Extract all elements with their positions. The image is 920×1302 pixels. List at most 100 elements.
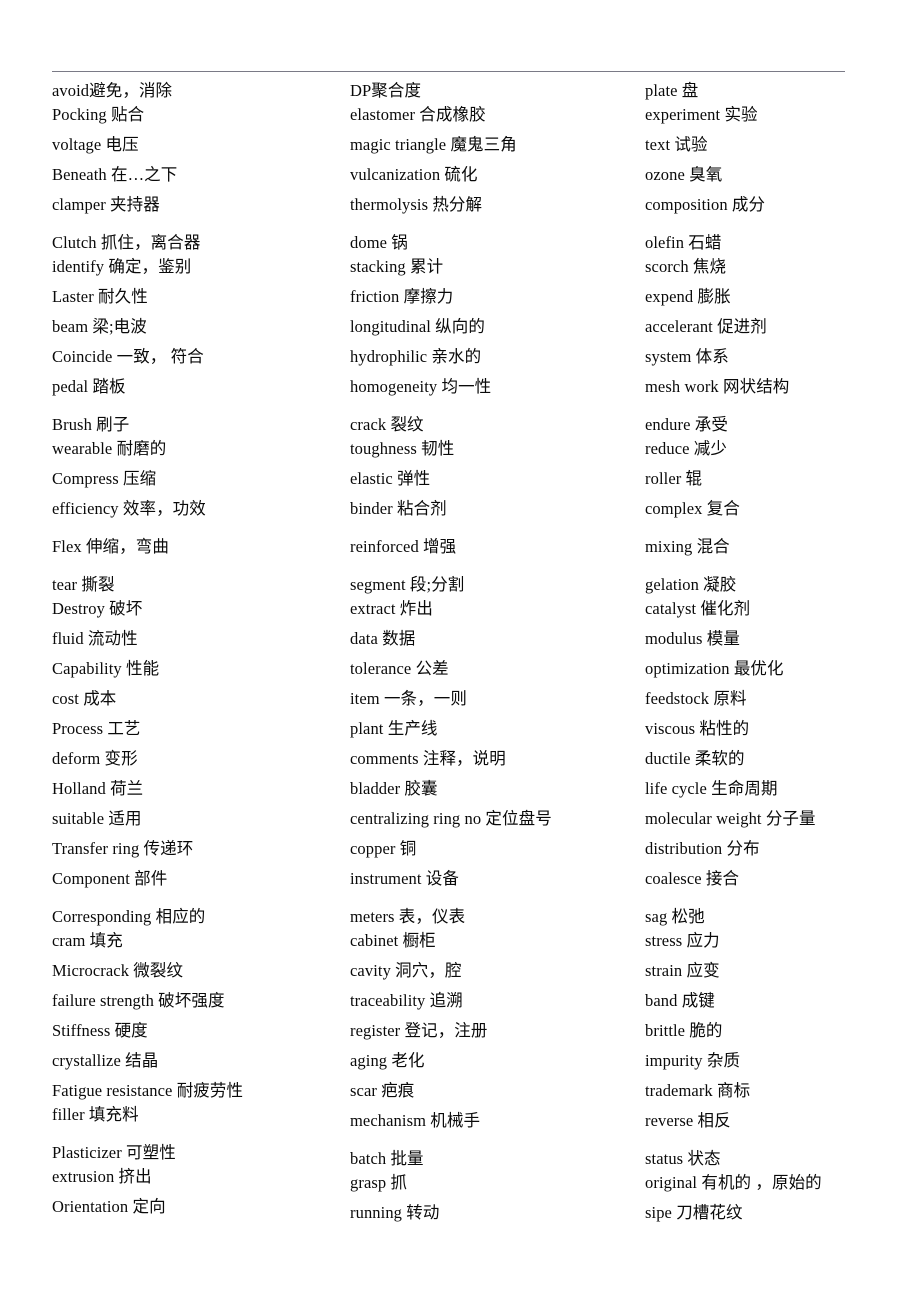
glossary-entry: trademark 商标 (645, 1081, 751, 1100)
glossary-entry: vulcanization 硫化 (350, 165, 478, 184)
glossary-entry: Component 部件 (52, 869, 168, 888)
glossary-entry: elastomer 合成橡胶 (350, 105, 486, 124)
glossary-entry: Holland 荷兰 (52, 779, 144, 798)
glossary-entry: composition 成分 (645, 195, 766, 214)
glossary-entry: beam 梁;电波 (52, 317, 147, 336)
glossary-column-3: plate 盘 experiment 实验 text 试验 ozone 臭氧 compo… (645, 82, 915, 1222)
glossary-entry: Orientation 定向 (52, 1197, 166, 1216)
glossary-entry: Microcrack 微裂纹 (52, 961, 184, 980)
glossary-entry: toughness 韧性 (350, 439, 455, 458)
glossary-entry: plant 生产线 (350, 719, 438, 738)
glossary-entry: longitudinal 纵向的 (350, 317, 485, 336)
glossary-entry: Corresponding 相应的 (52, 907, 206, 926)
glossary-entry: life cycle 生命周期 (645, 779, 778, 798)
glossary-entry: Stiffness 硬度 (52, 1021, 148, 1040)
glossary-entry: cavity 洞穴，腔 (350, 961, 462, 980)
glossary-entry: text 试验 (645, 135, 708, 154)
glossary-entry: mesh work 网状结构 (645, 377, 790, 396)
glossary-entry: dome 锅 (350, 233, 408, 252)
glossary-entry: elastic 弹性 (350, 469, 431, 488)
glossary-entry: status 状态 (645, 1149, 721, 1168)
glossary-entry: band 成键 (645, 991, 715, 1010)
glossary-entry: Plasticizer 可塑性 (52, 1143, 176, 1162)
glossary-entry: scorch 焦烧 (645, 257, 727, 276)
glossary-entry: extrusion 挤出 (52, 1167, 152, 1186)
glossary-entry: optimization 最优化 (645, 659, 784, 678)
glossary-entry: cabinet 橱柜 (350, 931, 436, 950)
glossary-entry: bladder 胶囊 (350, 779, 438, 798)
glossary-entry: cram 填充 (52, 931, 123, 950)
glossary-entry: deform 变形 (52, 749, 138, 768)
glossary-entry: endure 承受 (645, 415, 728, 434)
glossary-entry: Pocking 贴合 (52, 105, 145, 124)
glossary-entry: distribution 分布 (645, 839, 760, 858)
glossary-entry: Fatigue resistance 耐疲劳性 (52, 1081, 244, 1100)
glossary-entry: ozone 臭氧 (645, 165, 723, 184)
glossary-entry: coalesce 接合 (645, 869, 740, 888)
glossary-entry: plate 盘 (645, 81, 699, 100)
glossary-entry: suitable 适用 (52, 809, 142, 828)
glossary-entry: fluid 流动性 (52, 629, 138, 648)
glossary-entry: olefin 石蜡 (645, 233, 722, 252)
glossary-entry: Coincide 一致， 符合 (52, 347, 204, 366)
glossary-entry: feedstock 原料 (645, 689, 747, 708)
glossary-entry: avoid避免，消除 (52, 81, 173, 100)
header-divider (52, 71, 845, 72)
glossary-entry: segment 段;分割 (350, 575, 465, 594)
glossary-entry: Capability 性能 (52, 659, 160, 678)
glossary-entry: copper 铜 (350, 839, 417, 858)
glossary-entry: molecular weight 分子量 (645, 809, 816, 828)
glossary-entry: pedal 踏板 (52, 377, 126, 396)
glossary-entry: grasp 抓 (350, 1173, 408, 1192)
glossary-entry: wearable 耐磨的 (52, 439, 167, 458)
glossary-entry: aging 老化 (350, 1051, 425, 1070)
glossary-entry: crystallize 结晶 (52, 1051, 159, 1070)
glossary-entry: data 数据 (350, 629, 416, 648)
glossary-entry: experiment 实验 (645, 105, 758, 124)
glossary-entry: sipe 刀槽花纹 (645, 1203, 743, 1222)
glossary-entry: reinforced 增强 (350, 537, 457, 556)
glossary-entry: scar 疤痕 (350, 1081, 415, 1100)
glossary-entry: extract 炸出 (350, 599, 434, 618)
glossary-entry: thermolysis 热分解 (350, 195, 483, 214)
glossary-entry: traceability 追溯 (350, 991, 463, 1010)
glossary-entry: Clutch 抓住，离合器 (52, 233, 201, 252)
glossary-entry: expend 膨胀 (645, 287, 731, 306)
glossary-entry: tear 撕裂 (52, 575, 115, 594)
glossary-entry: gelation 凝胶 (645, 575, 737, 594)
glossary-entry: batch 批量 (350, 1149, 424, 1168)
glossary-entry: brittle 脆的 (645, 1021, 723, 1040)
glossary-entry: friction 摩擦力 (350, 287, 454, 306)
glossary-entry: reverse 相反 (645, 1111, 731, 1130)
glossary-column-1: avoid避免，消除 Pocking 贴合 voltage 电压 Beneath 在…… (52, 82, 348, 1216)
glossary-entry: viscous 粘性的 (645, 719, 750, 738)
glossary-entry: stacking 累计 (350, 257, 444, 276)
glossary-entry: centralizing ring no 定位盘号 (350, 809, 552, 828)
glossary-entry: Beneath 在…之下 (52, 165, 178, 184)
glossary-entry: original 有机的 ，原始的 (645, 1173, 822, 1192)
glossary-entry: accelerant 促进剂 (645, 317, 767, 336)
glossary-entry: item 一条，一则 (350, 689, 467, 708)
glossary-entry: register 登记，注册 (350, 1021, 488, 1040)
glossary-entry: voltage 电压 (52, 135, 139, 154)
glossary-entry: comments 注释，说明 (350, 749, 506, 768)
glossary-entry: stress 应力 (645, 931, 720, 950)
glossary-entry: meters 表，仪表 (350, 907, 466, 926)
glossary-entry: complex 复合 (645, 499, 740, 518)
glossary-column-2: DP聚合度 elastomer 合成橡胶 magic triangle 魔鬼三角 vu… (350, 82, 642, 1222)
glossary-entry: instrument 设备 (350, 869, 460, 888)
glossary-entry: Process 工艺 (52, 719, 141, 738)
glossary-entry: impurity 杂质 (645, 1051, 741, 1070)
glossary-entry: catalyst 催化剂 (645, 599, 751, 618)
glossary-entry: Destroy 破坏 (52, 599, 143, 618)
glossary-entry: mechanism 机械手 (350, 1111, 481, 1130)
glossary-entry: failure strength 破坏强度 (52, 991, 225, 1010)
glossary-entry: mixing 混合 (645, 537, 730, 556)
glossary-entry: magic triangle 魔鬼三角 (350, 135, 517, 154)
glossary-entry: identify 确定，鉴别 (52, 257, 192, 276)
document-page: avoid避免，消除 Pocking 贴合 voltage 电压 Beneath 在…… (0, 0, 920, 1302)
glossary-entry: system 体系 (645, 347, 729, 366)
glossary-entry: Brush 刷子 (52, 415, 130, 434)
glossary-entry: running 转动 (350, 1203, 440, 1222)
glossary-entry: hydrophilic 亲水的 (350, 347, 482, 366)
